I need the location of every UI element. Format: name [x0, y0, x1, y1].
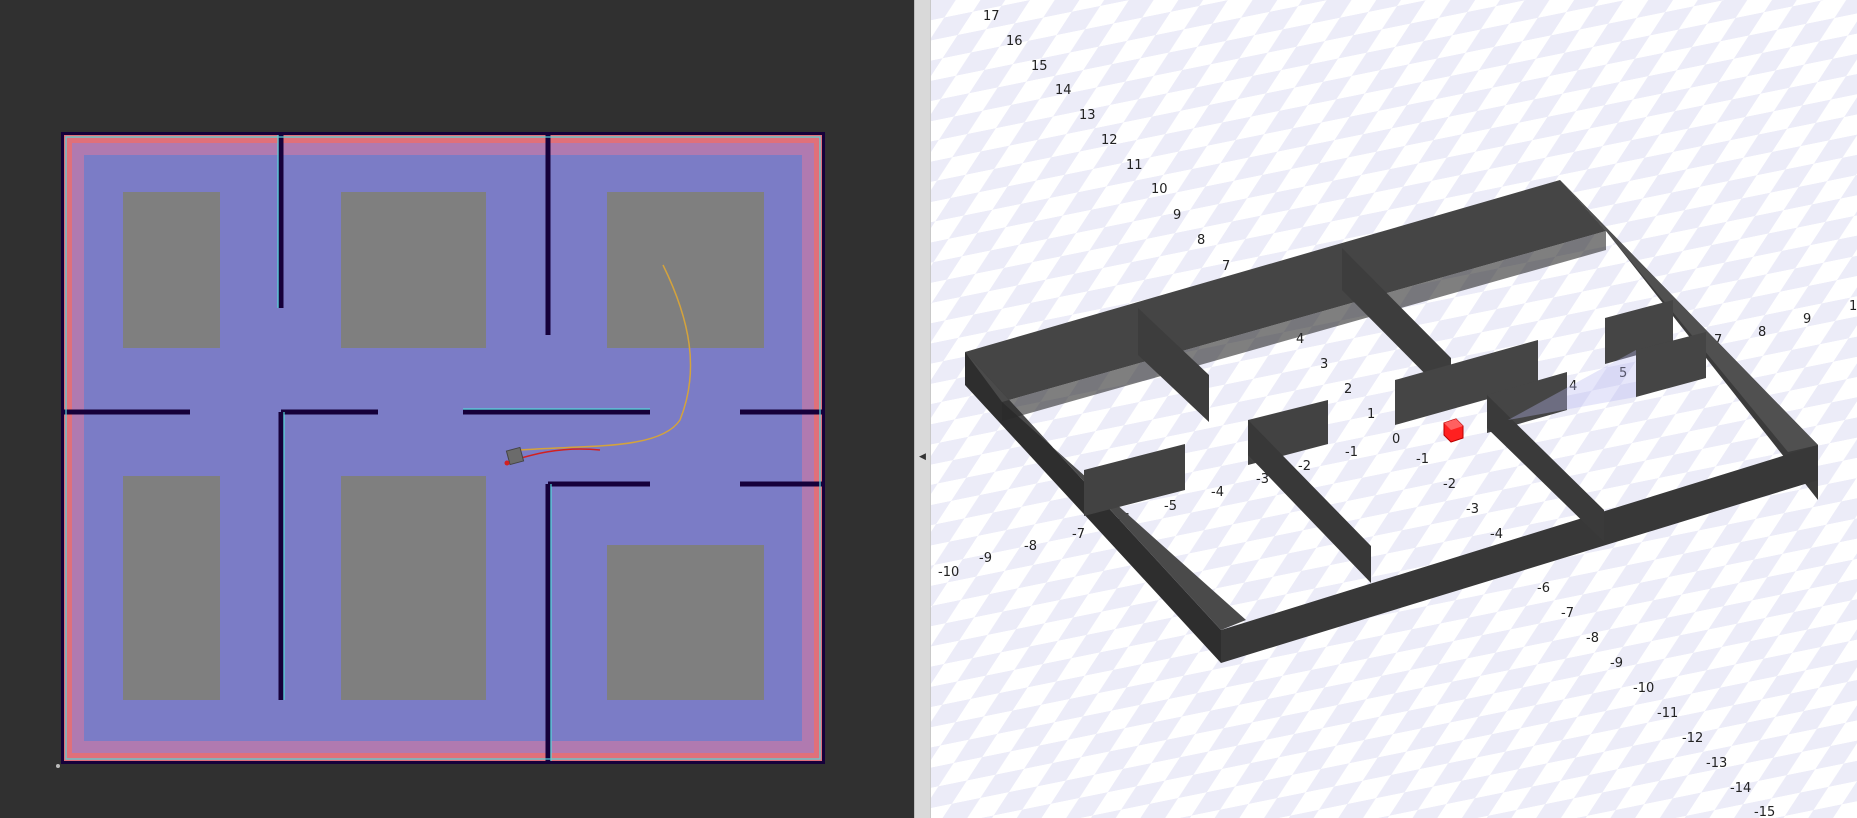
grid-label: 15 — [1031, 59, 1048, 74]
collapse-arrow-icon[interactable]: ◀ — [919, 452, 926, 462]
grid-label: 11 — [1126, 158, 1143, 173]
grid-label: -15 — [1754, 805, 1775, 818]
grid-label: -2 — [1298, 459, 1311, 474]
grid-label: -9 — [979, 551, 992, 566]
grid-label: -7 — [1072, 527, 1085, 542]
grid-label: -10 — [938, 565, 959, 580]
grid-label: 13 — [1079, 108, 1096, 123]
pane-splitter[interactable]: ◀ — [914, 0, 931, 818]
grid-label: 10 — [1151, 182, 1168, 197]
grid-label: 3 — [1320, 357, 1328, 372]
robot-marker — [1443, 418, 1464, 443]
grid-label: -12 — [1682, 731, 1703, 746]
grid-label: 7 — [1222, 259, 1230, 274]
grid-label: -14 — [1730, 781, 1751, 796]
grid-label: -4 — [1490, 527, 1503, 542]
grid-label: 8 — [1197, 233, 1205, 248]
costmap — [56, 132, 825, 768]
grid-label: -2 — [1443, 477, 1456, 492]
grid-label: -3 — [1466, 502, 1479, 517]
grid-label: 1 — [1849, 299, 1857, 314]
grid-label: 9 — [1173, 208, 1181, 223]
costmap-view[interactable] — [0, 0, 914, 818]
grid-label: -1 — [1416, 452, 1429, 467]
grid-label: -8 — [1024, 539, 1037, 554]
robot-origin-marker — [504, 460, 510, 466]
grid-label: 16 — [1006, 34, 1023, 49]
room-bottom-middle — [341, 476, 486, 700]
grid-label: -8 — [1586, 631, 1599, 646]
grid-label: -11 — [1657, 706, 1678, 721]
scene-view[interactable]: 1716151413121110987543210-1-2-3-4 -6-7-8… — [931, 0, 1857, 818]
grid-label: 2 — [1344, 382, 1352, 397]
grid-label: -6 — [1537, 581, 1550, 596]
grid-label: -7 — [1561, 606, 1574, 621]
grid-label: 0 — [1392, 432, 1400, 447]
room-bottom-left — [123, 476, 220, 700]
map-origin-marker — [56, 764, 60, 768]
grid-label: 12 — [1101, 133, 1118, 148]
grid-label: 8 — [1758, 325, 1766, 340]
grid-label: 14 — [1055, 83, 1072, 98]
room-top-left — [123, 192, 220, 348]
room-bottom-right — [607, 545, 764, 700]
grid-label: -5 — [1164, 499, 1177, 514]
grid-label: -9 — [1610, 656, 1623, 671]
grid-label: -10 — [1633, 681, 1654, 696]
room-top-middle — [341, 192, 486, 348]
ground-grid — [931, 0, 1857, 818]
grid-label: -13 — [1706, 756, 1727, 771]
grid-label: 1 — [1367, 407, 1375, 422]
grid-label: 17 — [983, 9, 1000, 24]
grid-label: -1 — [1345, 445, 1358, 460]
grid-label: 9 — [1803, 312, 1811, 327]
grid-label: -4 — [1211, 485, 1224, 500]
